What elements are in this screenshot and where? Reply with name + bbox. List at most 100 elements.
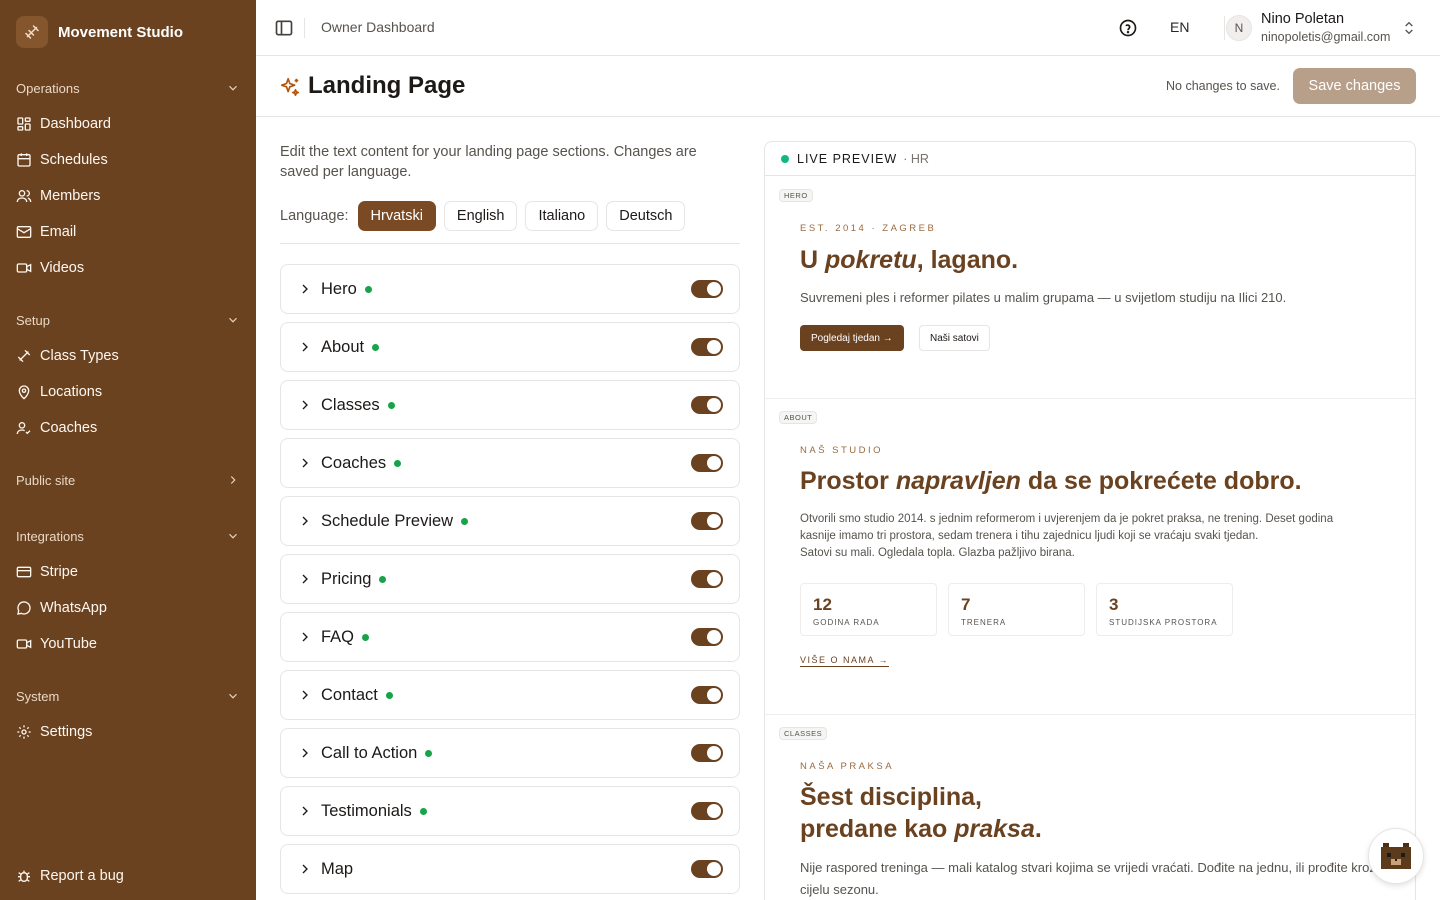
group-head-public-site[interactable]: Public site	[0, 466, 256, 494]
sidebar-item-settings[interactable]: Settings	[0, 714, 256, 750]
sidebar-item-class-types[interactable]: Class Types	[0, 338, 256, 374]
section-row[interactable]: Map	[280, 844, 740, 894]
sidebar-item-coaches[interactable]: Coaches	[0, 410, 256, 446]
section-toggle[interactable]	[691, 570, 723, 588]
section-row[interactable]: Contact	[280, 670, 740, 720]
group-head-system[interactable]: System	[0, 682, 256, 710]
chevron-right-icon[interactable]	[297, 571, 313, 587]
section-toggle[interactable]	[691, 860, 723, 878]
divider	[280, 243, 740, 244]
section-row[interactable]: Testimonials	[280, 786, 740, 836]
section-toggle[interactable]	[691, 744, 723, 762]
calendar-clock-icon	[17, 153, 31, 167]
group-head-integrations[interactable]: Integrations	[0, 522, 256, 550]
section-toggle[interactable]	[691, 396, 723, 414]
section-row[interactable]: Hero	[280, 264, 740, 314]
section-row[interactable]: Pricing	[280, 554, 740, 604]
sidebar-item-label: Email	[40, 224, 77, 240]
section-row[interactable]: FAQ	[280, 612, 740, 662]
section-name: Pricing	[321, 569, 372, 588]
section-row[interactable]: Call to Action	[280, 728, 740, 778]
gear-icon	[17, 725, 31, 739]
section-name: Call to Action	[321, 743, 418, 762]
sidebar-item-youtube[interactable]: YouTube	[0, 626, 256, 662]
sidebar-item-members[interactable]: Members	[0, 178, 256, 214]
hero-title: U pokretu, lagano.	[800, 246, 1019, 274]
sidebar-item-whatsapp[interactable]: WhatsApp	[0, 590, 256, 626]
chevron-right-icon[interactable]	[297, 513, 313, 529]
user-check-icon	[16, 422, 31, 435]
section-toggle[interactable]	[691, 454, 723, 472]
video-icon	[16, 639, 32, 649]
sidebar-item-dashboard[interactable]: Dashboard	[0, 106, 256, 142]
language-tab-italiano[interactable]: Italiano	[525, 201, 599, 231]
avatar[interactable]: N	[1226, 15, 1252, 41]
live-preview: LIVE PREVIEW · HR HERO EST. 2014 · ZAGRE…	[764, 141, 1416, 900]
language-switcher[interactable]: EN	[1170, 19, 1189, 35]
chevron-down-icon	[229, 533, 237, 539]
section-name: Hero	[321, 279, 357, 298]
report-bug-label: Report a bug	[40, 868, 124, 884]
users-icon	[16, 190, 32, 203]
sidebar-toggle-icon[interactable]	[274, 18, 294, 38]
section-row[interactable]: About	[280, 322, 740, 372]
chevrons-up-down-icon[interactable]	[1401, 19, 1417, 37]
language-tab-deutsch[interactable]: Deutsch	[606, 201, 686, 231]
chevron-right-icon[interactable]	[297, 339, 313, 355]
section-row[interactable]: Classes	[280, 380, 740, 430]
sidebar-item-locations[interactable]: Locations	[0, 374, 256, 410]
section-name: Map	[321, 859, 354, 878]
chevron-right-icon[interactable]	[297, 629, 313, 645]
section-toggle[interactable]	[691, 686, 723, 704]
sidebar-item-stripe[interactable]: Stripe	[0, 554, 256, 590]
chevron-right-icon[interactable]	[297, 745, 313, 761]
status-dot	[364, 285, 372, 293]
nav-group-system: System Settings	[0, 682, 256, 750]
page-title: Landing Page	[308, 72, 466, 99]
section-row[interactable]: Schedule Preview	[280, 496, 740, 546]
about-more-link[interactable]: VIŠE O NAMA →	[800, 655, 890, 667]
breadcrumb[interactable]: Owner Dashboard	[321, 19, 435, 35]
sidebar-item-schedules[interactable]: Schedules	[0, 142, 256, 178]
toggle-knob	[707, 282, 721, 296]
chevron-right-icon	[230, 476, 236, 484]
section-toggle[interactable]	[691, 628, 723, 646]
hero-secondary-button[interactable]: Naši satovi	[919, 325, 990, 351]
classes-eyebrow: NAŠA PRAKSA	[800, 761, 895, 772]
chevron-right-icon[interactable]	[297, 455, 313, 471]
user-name[interactable]: Nino Poletan	[1261, 11, 1344, 27]
section-name: Testimonials	[321, 801, 412, 820]
section-toggle[interactable]	[691, 802, 723, 820]
chevron-right-icon[interactable]	[297, 861, 313, 877]
toggle-knob	[707, 572, 721, 586]
section-toggle[interactable]	[691, 338, 723, 356]
chevron-right-icon[interactable]	[297, 281, 313, 297]
help-circle-icon[interactable]	[1118, 18, 1138, 38]
section-row[interactable]: Coaches	[280, 438, 740, 488]
hero-eyebrow: EST. 2014 · ZAGREB	[800, 223, 937, 234]
language-tab-english[interactable]: English	[443, 201, 518, 231]
section-name: Classes	[321, 395, 380, 414]
sidebar-item-videos[interactable]: Videos	[0, 250, 256, 286]
chevron-right-icon[interactable]	[297, 687, 313, 703]
language-tab-hrvatski[interactable]: Hrvatski	[357, 201, 436, 231]
group-head-setup[interactable]: Setup	[0, 306, 256, 334]
assistant-mascot-button[interactable]	[1368, 828, 1424, 884]
chevron-right-icon[interactable]	[297, 803, 313, 819]
chevron-right-icon[interactable]	[297, 397, 313, 413]
save-changes-button[interactable]: Save changes	[1293, 68, 1416, 104]
stat-card: 3 STUDIJSKA PROSTORA	[1096, 583, 1233, 636]
preview-about: ABOUT NAŠ STUDIO Prostor napravljen da s…	[765, 399, 1415, 715]
divider	[304, 18, 305, 38]
sidebar-item-email[interactable]: Email	[0, 214, 256, 250]
status-dot	[387, 401, 395, 409]
brand[interactable]: Movement Studio	[16, 16, 183, 48]
language-selector: Language: Hrvatski English Italiano Deut…	[280, 201, 686, 231]
section-toggle[interactable]	[691, 280, 723, 298]
group-head-operations[interactable]: Operations	[0, 74, 256, 102]
chevron-down-icon	[229, 317, 237, 323]
section-toggle[interactable]	[691, 512, 723, 530]
report-bug-link[interactable]: Report a bug	[16, 858, 124, 894]
hero-primary-button[interactable]: Pogledaj tjedan →	[800, 325, 904, 351]
sidebar-item-label: Schedules	[40, 152, 108, 168]
